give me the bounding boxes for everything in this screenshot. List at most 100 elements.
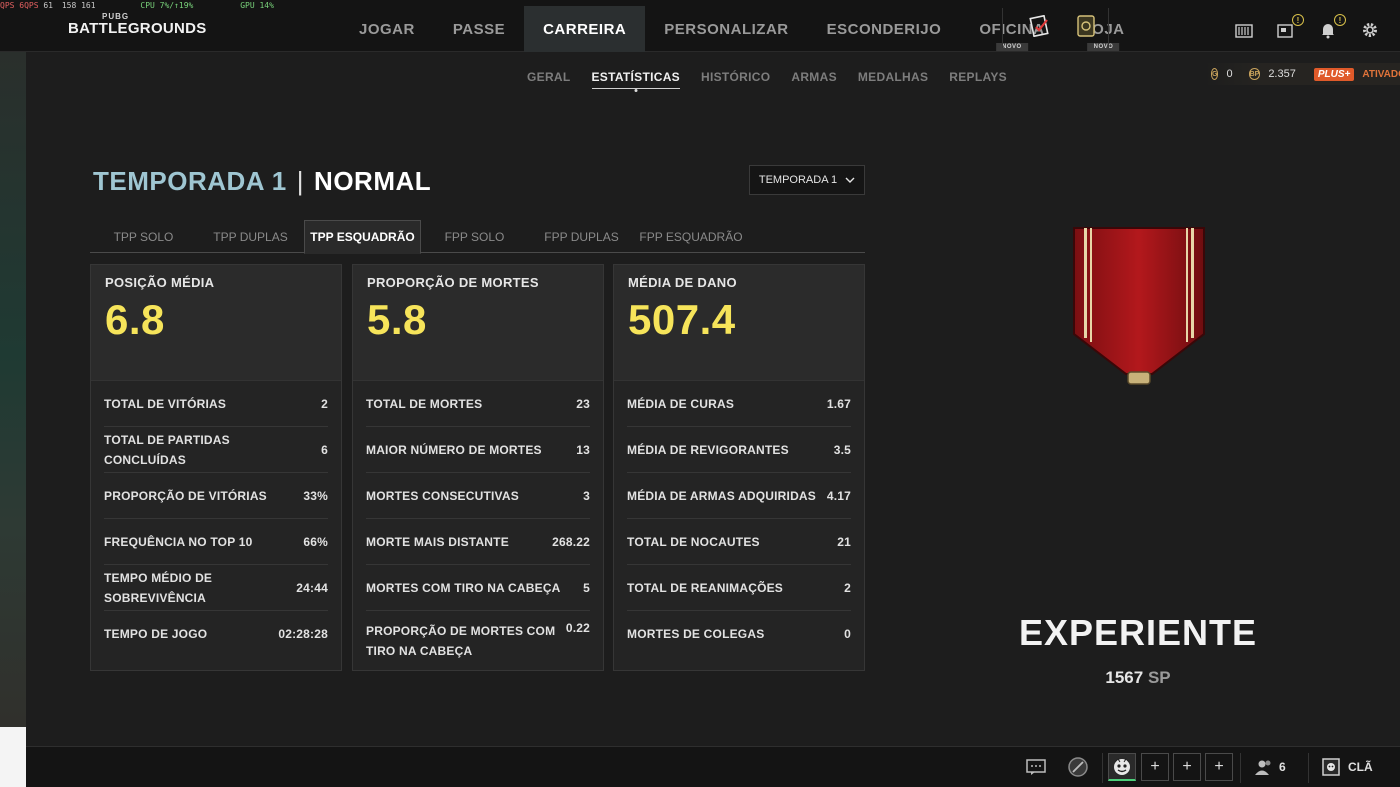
storage-icon[interactable] [1232, 18, 1256, 42]
tab-fpp-duplas[interactable]: FPP DUPLAS [528, 220, 635, 253]
stat-value: 6 [321, 442, 328, 457]
stat-value: 0.22 [565, 621, 590, 635]
stat-name: TOTAL DE PARTIDAS CONCLUÍDAS [104, 432, 230, 467]
squad-slot-empty[interactable]: + [1205, 753, 1233, 781]
tab-fpp-solo[interactable]: FPP SOLO [421, 220, 528, 253]
nav-label: CARREIRA [543, 20, 627, 38]
main-nav: JOGAR PASSE CARREIRA PERSONALIZAR ESCOND… [340, 6, 1144, 52]
top-bar: QPS 6QPS 61 158 161 CPU 7%/↑19% GPU 14% … [0, 0, 1400, 52]
stat-row: TOTAL DE PARTIDAS CONCLUÍDAS 6 [104, 427, 328, 473]
stat-row: TOTAL DE REANIMAÇÕES 2 [627, 565, 851, 611]
stat-name: FREQUÊNCIA NO TOP 10 [104, 534, 253, 549]
gear-icon[interactable] [1358, 18, 1382, 42]
stat-row: MAIOR NÚMERO DE MORTES 13 [366, 427, 590, 473]
rank-medal-icon [1072, 226, 1206, 394]
fps-label: QPS 6QPS [0, 1, 39, 10]
frame-value: 158 161 [61, 1, 96, 10]
stat-value: 3.5 [833, 442, 851, 457]
stat-name: TEMPO MÉDIO DE SOBREVIVÊNCIA [104, 570, 213, 605]
nav-item-jogar[interactable]: JOGAR [340, 6, 434, 52]
squad-slot-empty[interactable]: + [1173, 753, 1201, 781]
clan-label[interactable]: CLÃ [1348, 760, 1373, 774]
g-coin-icon: G [1211, 68, 1219, 80]
card-label: PROPORÇÃO DE MORTES [367, 275, 539, 290]
stat-row: MÉDIA DE ARMAS ADQUIRIDAS 4.17 [627, 473, 851, 519]
season-dropdown[interactable]: TEMPORADA 1 [749, 165, 865, 195]
friends-icon[interactable] [1252, 755, 1276, 779]
chevron-down-icon [845, 174, 855, 186]
bp-icon: BP [1248, 68, 1261, 80]
nav-item-esconderijo[interactable]: ESCONDERIJO [808, 6, 961, 52]
stat-row: PROPORÇÃO DE VITÓRIAS 33% [104, 473, 328, 519]
stat-value: 4.17 [826, 488, 851, 503]
stat-value: 66% [303, 534, 328, 549]
stat-name: TOTAL DE NOCAUTES [627, 534, 760, 549]
stat-name: MORTES CONSECUTIVAS [366, 488, 519, 503]
chat-icon[interactable] [1024, 755, 1048, 779]
squad-slot-self[interactable] [1108, 753, 1136, 781]
cpu-value: CPU 7%/↑19% [140, 1, 194, 10]
game-logo[interactable]: PUBG BATTLEGROUNDS [68, 12, 207, 37]
stat-row: TOTAL DE VITÓRIAS 2 [104, 381, 328, 427]
stat-name: TOTAL DE MORTES [366, 396, 483, 411]
bell-icon[interactable]: ! [1316, 14, 1346, 42]
alert-icon: ! [1292, 14, 1304, 26]
subnav-geral[interactable]: GERAL [527, 70, 571, 89]
card-value: 507.4 [628, 296, 736, 343]
subnav-estatisticas[interactable]: ESTATÍSTICAS [591, 70, 680, 89]
tab-tpp-duplas[interactable]: TPP DUPLAS [197, 220, 304, 253]
background-edge [0, 727, 26, 787]
subnav-historico[interactable]: HISTÓRICO [701, 70, 770, 89]
stat-value: 1.67 [826, 396, 851, 411]
stat-row: PROPORÇÃO DE MORTES COM TIRO NA CABEÇA 0.… [366, 611, 590, 667]
performance-overlay: QPS 6QPS 61 158 161 CPU 7%/↑19% GPU 14% [0, 1, 274, 10]
subnav-armas[interactable]: ARMAS [791, 70, 837, 89]
stat-value: 2 [321, 396, 328, 411]
stat-card-kd: PROPORÇÃO DE MORTES 5.8 TOTAL DE MORTES 2… [352, 264, 604, 671]
plus-icon: + [1150, 758, 1160, 775]
divider [1102, 753, 1103, 783]
tab-fpp-esquadrao[interactable]: FPP ESQUADRÃO [635, 220, 747, 253]
compass-icon[interactable] [1066, 755, 1090, 779]
mode-tabs: TPP SOLO TPP DUPLAS TPP ESQUADRÃO FPP SO… [90, 220, 865, 254]
subnav-replays[interactable]: REPLAYS [949, 70, 1007, 89]
stat-value: 5 [583, 580, 590, 595]
stat-card-placement: POSIÇÃO MÉDIA 6.8 TOTAL DE VITÓRIAS 2 TOT… [90, 264, 342, 671]
stat-row: MORTES COM TIRO NA CABEÇA 5 [366, 565, 590, 611]
rank-points: 1567 SP [980, 668, 1296, 688]
stat-name: TOTAL DE VITÓRIAS [104, 396, 227, 411]
tab-tpp-esquadrao[interactable]: TPP ESQUADRÃO [304, 220, 421, 254]
mode-title: NORMAL [314, 166, 432, 196]
divider [1308, 753, 1309, 783]
stat-name: MORTES COM TIRO NA CABEÇA [366, 580, 561, 595]
gpu-value: GPU 14% [240, 1, 274, 10]
season-title: TEMPORADA 1 [93, 166, 287, 196]
stat-value: 2 [844, 580, 851, 595]
stat-row: TOTAL DE MORTES 23 [366, 381, 590, 427]
stat-name: PROPORÇÃO DE MORTES COM TIRO NA CABEÇA [366, 624, 556, 658]
news-icon[interactable]: ! [1274, 14, 1304, 42]
subnav-medalhas[interactable]: MEDALHAS [858, 70, 928, 89]
stat-row: MORTES CONSECUTIVAS 3 [366, 473, 590, 519]
stat-name: TEMPO DE JOGO [104, 627, 208, 641]
plus-icon: + [1182, 758, 1192, 775]
plus-icon: + [1214, 758, 1224, 775]
plus-badge[interactable]: PLUS+ [1313, 67, 1355, 81]
tab-tpp-solo[interactable]: TPP SOLO [90, 220, 197, 253]
divider [1108, 8, 1109, 48]
nav-item-passe[interactable]: PASSE [434, 6, 524, 52]
card-icon[interactable] [1074, 14, 1098, 38]
stat-name: MORTE MAIS DISTANTE [366, 534, 509, 549]
stat-name: MÉDIA DE REVIGORANTES [627, 442, 789, 457]
nav-item-personalizar[interactable]: PERSONALIZAR [645, 6, 807, 52]
checklist-icon[interactable] [1028, 14, 1052, 38]
card-label: MÉDIA DE DANO [628, 275, 737, 290]
friends-count[interactable]: 6 [1279, 760, 1286, 774]
clan-icon[interactable] [1319, 755, 1343, 779]
nav-label: PASSE [452, 20, 506, 38]
plus-status: ATIVADO [1362, 68, 1400, 80]
stat-row: FREQUÊNCIA NO TOP 10 66% [104, 519, 328, 565]
nav-item-carreira[interactable]: CARREIRA [524, 6, 646, 52]
squad-slot-empty[interactable]: + [1141, 753, 1169, 781]
stat-row: TEMPO DE JOGO 02:28:28 [104, 611, 328, 657]
